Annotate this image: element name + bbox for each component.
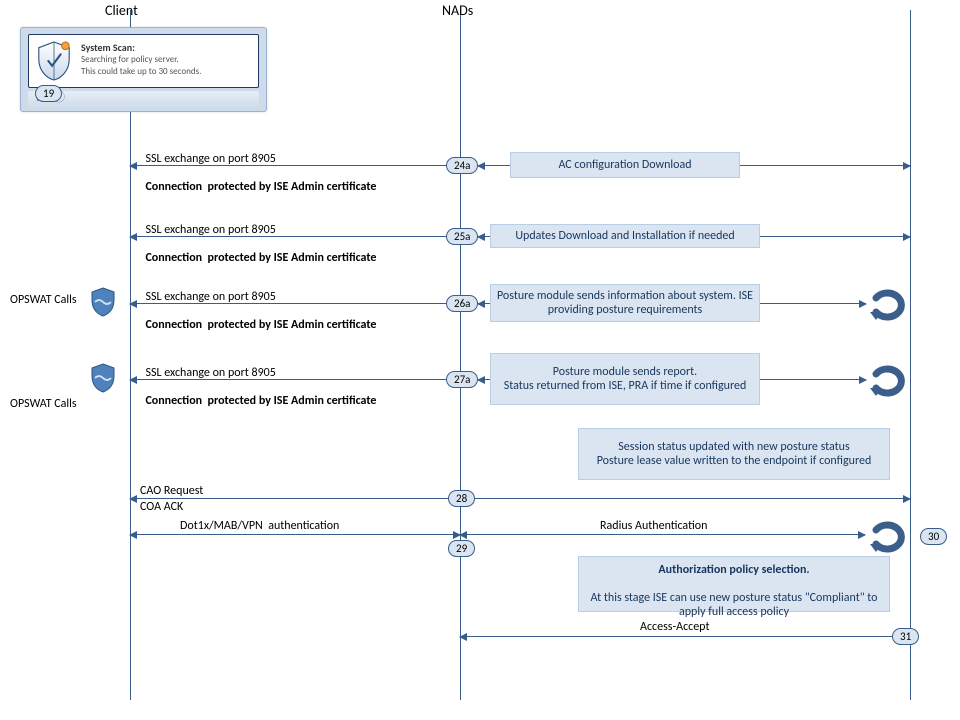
lifeline-nads	[460, 10, 461, 700]
msg-27a-text: SSL exchange on port 8905 Connection pro…	[140, 352, 376, 408]
ssl-line: SSL exchange on port 8905	[145, 366, 275, 380]
badge-19: 19	[35, 85, 62, 102]
badge-25a: 25a	[446, 228, 478, 245]
badge-30: 30	[920, 528, 947, 545]
arrow-29-right	[460, 534, 865, 535]
authz-body: At this stage ISE can use new posture st…	[591, 591, 878, 619]
ssl-bold: Connection protected by ISE Admin certif…	[145, 318, 376, 332]
box-updates: Updates Download and Installation if nee…	[490, 224, 760, 248]
arrow-access-accept	[460, 636, 910, 637]
ssl-line: SSL exchange on port 8905	[145, 152, 275, 166]
badge-26a: 26a	[446, 295, 478, 312]
box-ac-config: AC configuration Download	[510, 152, 740, 178]
msg-cao: CAO Request	[140, 484, 203, 498]
shield-icon	[90, 363, 116, 393]
ssl-bold: Connection protected by ISE Admin certif…	[145, 394, 376, 408]
arrow-28	[130, 498, 910, 499]
msg-dot1x: Dot1x/MAB/VPN authentication	[180, 519, 339, 533]
msg-coa: COA ACK	[140, 500, 183, 514]
loop-icon	[868, 288, 902, 318]
badge-24a: 24a	[446, 157, 478, 174]
opswat-label: OPSWAT Calls	[10, 397, 77, 411]
ssl-line: SSL exchange on port 8905	[145, 223, 275, 237]
client-widget-line2: This could take up to 30 seconds.	[81, 66, 201, 77]
box-posture-report: Posture module sends report. Status retu…	[490, 353, 760, 405]
loop-icon	[868, 520, 902, 550]
lifeline-right	[910, 10, 911, 700]
loop-icon	[868, 364, 902, 394]
box-authz: Authorization policy selection. At this …	[578, 556, 890, 612]
client-widget-line1: Searching for policy server.	[81, 54, 179, 65]
ssl-line: SSL exchange on port 8905	[145, 290, 275, 304]
opswat-label: OPSWAT Calls	[10, 293, 77, 307]
ssl-bold: Connection protected by ISE Admin certif…	[145, 180, 376, 194]
msg-25a-text: SSL exchange on port 8905 Connection pro…	[140, 209, 376, 265]
badge-31: 31	[892, 628, 919, 645]
shield-icon	[35, 40, 73, 82]
msg-26a-text: SSL exchange on port 8905 Connection pro…	[140, 276, 376, 332]
shield-icon	[90, 287, 116, 317]
badge-28: 28	[448, 490, 475, 507]
label-client: Client	[105, 2, 138, 19]
lifeline-client	[130, 10, 131, 700]
box-session-status: Session status updated with new posture …	[578, 428, 890, 480]
ssl-bold: Connection protected by ISE Admin certif…	[145, 251, 376, 265]
badge-29: 29	[448, 540, 475, 557]
arrow-29-left	[130, 534, 460, 535]
label-nads: NADs	[442, 2, 473, 19]
msg-access-accept: Access-Accept	[640, 620, 709, 634]
msg-radius: Radius Authentication	[600, 519, 707, 533]
client-widget-title: System Scan:	[81, 41, 135, 54]
badge-27a: 27a	[446, 371, 478, 388]
msg-24a-text: SSL exchange on port 8905 Connection pro…	[140, 138, 376, 194]
box-posture-info: Posture module sends information about s…	[490, 284, 760, 322]
client-widget-panel: System Scan: Searching for policy server…	[28, 34, 259, 88]
authz-title: Authorization policy selection.	[658, 563, 809, 577]
